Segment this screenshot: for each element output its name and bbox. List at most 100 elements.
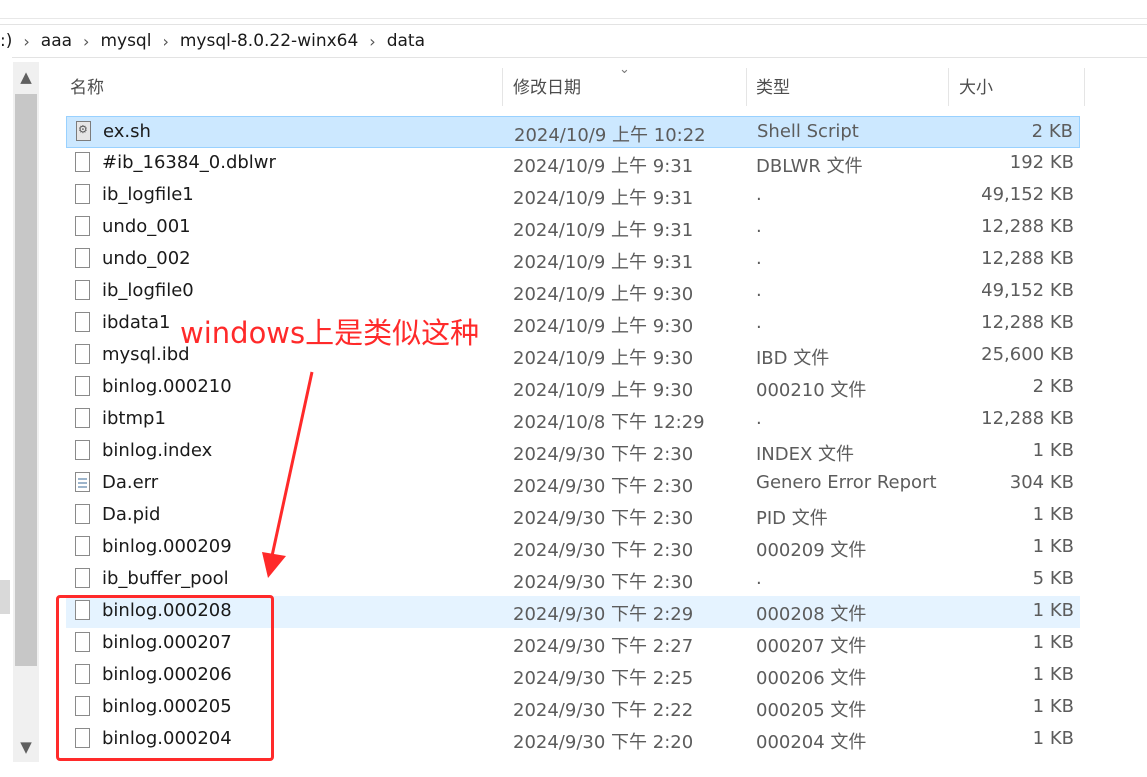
file-type: 000206 文件 — [756, 668, 867, 689]
column-divider[interactable] — [948, 68, 949, 106]
file-date-modified: 2024/10/8 下午 12:29 — [513, 412, 705, 433]
file-date-modified: 2024/10/9 上午 9:30 — [513, 316, 694, 337]
file-date-modified: 2024/10/9 上午 9:31 — [513, 252, 694, 273]
file-name: binlog.000209 — [102, 536, 232, 557]
scroll-up-icon[interactable]: ▲ — [13, 62, 39, 92]
file-name: ib_buffer_pool — [102, 568, 229, 589]
file-type: 000207 文件 — [756, 636, 867, 657]
file-icon — [75, 568, 90, 588]
column-divider[interactable] — [746, 68, 747, 106]
file-name: binlog.000210 — [102, 376, 232, 397]
file-icon — [75, 312, 90, 332]
file-type: . — [756, 184, 762, 205]
file-name: undo_002 — [102, 248, 191, 269]
file-date-modified: 2024/9/30 下午 2:29 — [513, 604, 694, 625]
file-date-modified: 2024/10/9 上午 9:30 — [513, 348, 694, 369]
file-date-modified: 2024/10/9 上午 9:31 — [513, 188, 694, 209]
file-row[interactable]: binlog.000210 2024/10/9 上午 9:30 000210 文件 2… — [66, 372, 1080, 404]
file-size: 1 KB — [1032, 440, 1074, 461]
file-date-modified: 2024/9/30 下午 2:30 — [513, 444, 694, 465]
file-size: 49,152 KB — [981, 280, 1074, 301]
file-type: 000205 文件 — [756, 700, 867, 721]
file-size: 192 KB — [1009, 152, 1074, 173]
navigation-pane-selection[interactable] — [0, 580, 10, 614]
file-row[interactable]: ex.sh 2024/10/9 上午 10:22 Shell Script 2 KB — [66, 116, 1080, 148]
file-size: 2 KB — [1031, 121, 1073, 142]
column-header-name[interactable]: 名称 — [70, 62, 502, 108]
file-icon — [75, 216, 90, 236]
column-divider[interactable] — [502, 68, 503, 106]
file-row[interactable]: ib_logfile1 2024/10/9 上午 9:31. 49,152 KB — [66, 180, 1080, 212]
file-date-modified: 2024/9/30 下午 2:30 — [513, 572, 694, 593]
file-row[interactable]: ib_buffer_pool 2024/9/30 下午 2:30. 5 KB — [66, 564, 1080, 596]
scrollbar-thumb[interactable] — [15, 94, 37, 666]
column-header-name-label: 名称 — [70, 77, 104, 98]
file-size: 12,288 KB — [981, 312, 1074, 333]
file-size: 1 KB — [1032, 728, 1074, 749]
file-row[interactable]: #ib_16384_0.dblwr 2024/10/9 上午 9:31 DBLWR … — [66, 148, 1080, 180]
file-size: 304 KB — [1009, 472, 1074, 493]
file-type: PID 文件 — [756, 508, 828, 529]
file-type: DBLWR 文件 — [756, 156, 863, 177]
file-name: Da.pid — [102, 504, 161, 525]
column-divider[interactable] — [1084, 68, 1085, 106]
file-size: 5 KB — [1032, 568, 1074, 589]
file-date-modified: 2024/10/9 上午 9:31 — [513, 220, 694, 241]
file-icon — [75, 376, 90, 396]
breadcrumb-item-aaa[interactable]: aaa — [37, 31, 76, 51]
file-row[interactable]: undo_001 2024/10/9 上午 9:31. 12,288 KB — [66, 212, 1080, 244]
column-header-size-label: 大小 — [959, 77, 993, 98]
text-file-icon — [75, 472, 90, 492]
file-type: . — [756, 312, 762, 333]
file-icon — [75, 504, 90, 524]
file-name: ex.sh — [103, 121, 151, 142]
breadcrumb-item-data[interactable]: data — [383, 31, 429, 51]
file-row[interactable]: ibtmp1 2024/10/8 下午 12:29. 12,288 KB — [66, 404, 1080, 436]
chevron-right-icon[interactable]: › — [362, 32, 382, 51]
chevron-right-icon[interactable]: › — [155, 32, 175, 51]
file-date-modified: 2024/10/9 上午 9:30 — [513, 284, 694, 305]
column-header-date[interactable]: 修改日期 — [513, 62, 745, 108]
file-name: ib_logfile1 — [102, 184, 194, 205]
file-name: binlog.index — [102, 440, 213, 461]
file-icon — [75, 408, 90, 428]
file-size: 12,288 KB — [981, 216, 1074, 237]
file-icon — [75, 248, 90, 268]
file-type: . — [756, 408, 762, 429]
file-type: . — [756, 280, 762, 301]
file-row[interactable]: binlog.000209 2024/9/30 下午 2:30 000209 文件 1… — [66, 532, 1080, 564]
chevron-right-icon[interactable]: › — [16, 32, 36, 51]
breadcrumb-item-mysql[interactable]: mysql — [96, 31, 155, 51]
file-type: . — [756, 568, 762, 589]
file-row[interactable]: Da.pid 2024/9/30 下午 2:30 PID 文件 1 KB — [66, 500, 1080, 532]
file-icon — [75, 280, 90, 300]
column-header-size[interactable]: 大小 — [959, 62, 1084, 108]
file-type: INDEX 文件 — [756, 444, 855, 465]
file-type: . — [756, 216, 762, 237]
file-type: 000204 文件 — [756, 732, 867, 753]
file-row[interactable]: undo_002 2024/10/9 上午 9:31. 12,288 KB — [66, 244, 1080, 276]
file-row[interactable]: ib_logfile0 2024/10/9 上午 9:30. 49,152 KB — [66, 276, 1080, 308]
file-name: ib_logfile0 — [102, 280, 194, 301]
annotation-text: windows上是类似这种 — [180, 316, 480, 350]
file-date-modified: 2024/9/30 下午 2:20 — [513, 732, 694, 753]
file-date-modified: 2024/9/30 下午 2:27 — [513, 636, 694, 657]
annotation-highlight-box — [56, 595, 274, 761]
column-header-type[interactable]: 类型 — [756, 62, 946, 108]
file-name: undo_001 — [102, 216, 191, 237]
vertical-scrollbar[interactable]: ▲ ▼ — [13, 62, 39, 762]
file-type: 000209 文件 — [756, 540, 867, 561]
breadcrumb[interactable]: :) › aaa › mysql › mysql-8.0.22-winx64 ›… — [0, 24, 1147, 58]
breadcrumb-item-mysql-version[interactable]: mysql-8.0.22-winx64 — [176, 31, 362, 51]
navigation-pane[interactable] — [0, 57, 12, 777]
file-row[interactable]: binlog.index 2024/9/30 下午 2:30 INDEX 文件 1 K… — [66, 436, 1080, 468]
file-row[interactable]: Da.err 2024/9/30 下午 2:30 Genero Error Repo… — [66, 468, 1080, 500]
chevron-right-icon[interactable]: › — [76, 32, 96, 51]
file-size: 1 KB — [1032, 600, 1074, 621]
file-type: Genero Error Report — [756, 472, 937, 493]
file-date-modified: 2024/9/30 下午 2:25 — [513, 668, 694, 689]
file-size: 12,288 KB — [981, 248, 1074, 269]
window-top-strip — [0, 0, 1147, 19]
breadcrumb-drive[interactable]: :) — [0, 31, 16, 51]
scroll-down-icon[interactable]: ▼ — [13, 732, 39, 762]
